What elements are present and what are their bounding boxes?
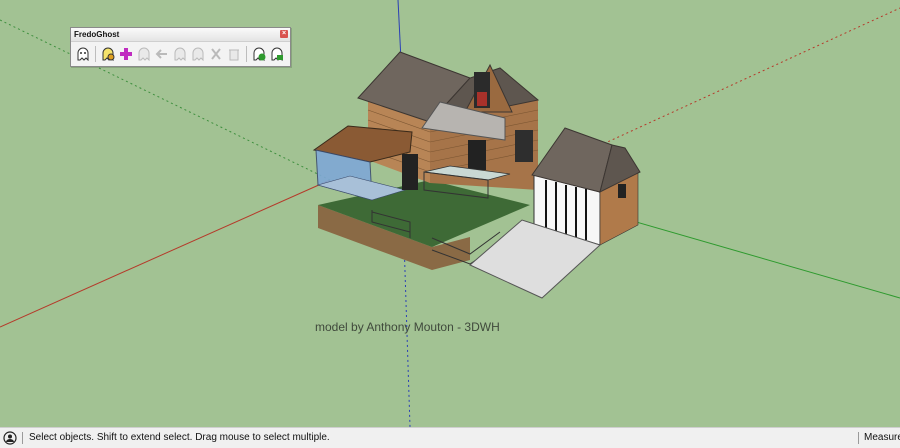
ghost-pick-button[interactable] xyxy=(136,45,152,63)
status-separator xyxy=(858,432,859,444)
ghost-settings-icon xyxy=(102,47,115,61)
status-bar: Select objects. Shift to extend select. … xyxy=(0,427,900,448)
ghost-check-button[interactable] xyxy=(251,45,267,63)
gable-door-red xyxy=(477,92,487,106)
main-door xyxy=(468,140,486,170)
ghost-settings-button[interactable] xyxy=(100,45,116,63)
status-message: Select objects. Shift to extend select. … xyxy=(29,432,330,443)
toolbar-separator xyxy=(246,46,247,62)
ghost-house-icon xyxy=(271,47,283,61)
ghost-cut-icon xyxy=(211,48,221,60)
ghost-reset-button[interactable] xyxy=(190,45,206,63)
sunroom-door xyxy=(402,154,418,190)
garage-window xyxy=(618,184,626,198)
measurements-label: Measure xyxy=(864,432,900,443)
toolbar-buttons xyxy=(71,42,290,63)
toolbar-titlebar[interactable]: FredoGhost × xyxy=(71,28,290,42)
ghost-cycle-icon xyxy=(174,47,186,61)
fredoghost-toolbar[interactable]: FredoGhost × xyxy=(70,27,291,67)
toolbar-separator xyxy=(95,46,96,62)
red-axis-dotted xyxy=(589,7,900,151)
ghost-add-icon xyxy=(120,48,132,60)
ghost-cycle-button[interactable] xyxy=(172,45,188,63)
ghost-reset-icon xyxy=(192,47,204,61)
ghost-toggle-button[interactable] xyxy=(75,45,91,63)
red-axis xyxy=(0,179,331,328)
side-window xyxy=(515,130,533,162)
ghost-add-button[interactable] xyxy=(118,45,134,63)
model-viewport[interactable]: FredoGhost × model by Anthony Mouton - 3… xyxy=(0,0,900,427)
ghost-house-button[interactable] xyxy=(269,45,285,63)
user-account-icon[interactable] xyxy=(3,431,17,445)
ghost-check-icon xyxy=(253,47,266,61)
ghost-back-icon xyxy=(155,49,167,59)
ghost-back-button[interactable] xyxy=(154,45,170,63)
ghost-pick-icon xyxy=(138,47,150,61)
ghost-erase-button[interactable] xyxy=(226,45,242,63)
toolbar-close-button[interactable]: × xyxy=(280,30,288,38)
ghost-toggle-icon xyxy=(77,47,89,61)
ghost-erase-icon xyxy=(229,49,239,61)
ghost-cut-button[interactable] xyxy=(208,45,224,63)
toolbar-title: FredoGhost xyxy=(74,30,120,39)
status-separator xyxy=(22,432,23,444)
model-credit-text: model by Anthony Mouton - 3DWH xyxy=(315,320,500,334)
